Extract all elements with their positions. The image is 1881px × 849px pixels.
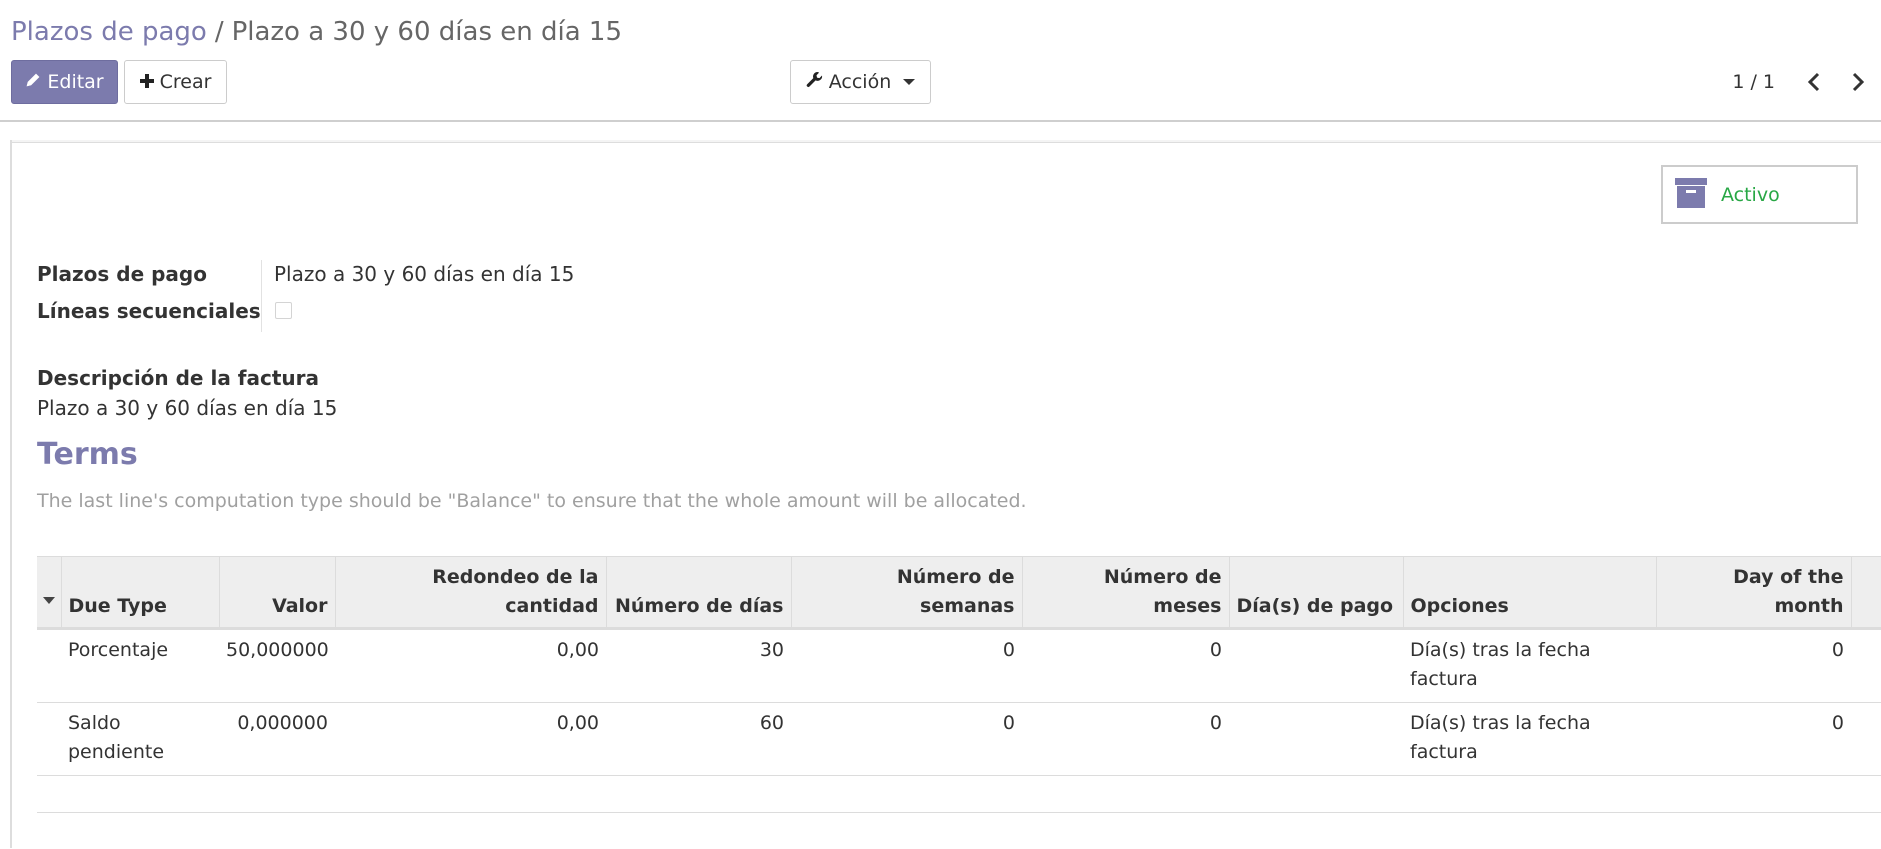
column-header-extra [1851,556,1881,630]
cell-extra [1851,702,1881,776]
table-footer-divider [37,812,1881,813]
caret-down-icon [903,79,916,85]
row-handle [37,628,61,703]
cell-days: 60 [606,702,791,776]
chevron-left-icon[interactable] [1803,71,1825,93]
column-header-due-type[interactable]: Due Type [61,556,220,630]
payment-term-label: Plazos de pago [37,262,207,286]
pager: 1 / 1 [1732,60,1869,104]
cell-payment-days [1229,702,1403,776]
cell-options: Día(s) tras la fecha factura [1403,628,1656,703]
column-handle[interactable] [37,556,62,630]
terms-section-title: Terms [37,437,138,472]
cell-weeks: 0 [791,702,1022,776]
sequential-lines-checkbox[interactable] [275,302,292,319]
breadcrumb: Plazos de pago / Plazo a 30 y 60 días en d… [11,14,622,50]
column-header-payment-days[interactable]: Día(s) de pago [1229,556,1404,630]
cell-rounding: 0,00 [335,628,606,703]
table-row[interactable]: Saldo pendiente 0,000000 0,00 60 0 0 Día… [37,702,1881,776]
cell-rounding: 0,00 [335,702,606,776]
table-row[interactable]: Porcentaje 50,000000 0,00 30 0 0 Día(s) … [37,628,1881,703]
wrench-icon [806,71,823,93]
column-header-value[interactable]: Valor [219,556,336,630]
edit-button[interactable]: Editar [11,60,118,104]
pager-value[interactable]: 1 / 1 [1732,71,1775,93]
column-header-weeks[interactable]: Número de semanas [791,556,1023,630]
row-handle [37,702,61,776]
create-button[interactable]: Crear [124,60,227,104]
breadcrumb-separator: / [214,17,224,47]
column-header-months[interactable]: Número de meses [1022,556,1230,630]
breadcrumb-parent-link[interactable]: Plazos de pago [11,17,207,47]
action-button-label: Acción [828,71,892,93]
cell-due-type: Saldo pendiente [61,702,219,776]
column-header-options[interactable]: Opciones [1403,556,1657,630]
pencil-icon [25,71,41,93]
chevron-right-icon[interactable] [1847,71,1869,93]
cell-day-of-month: 0 [1656,628,1851,703]
control-panel: Plazos de pago / Plazo a 30 y 60 días en d… [0,0,1881,122]
active-toggle-button[interactable]: Activo [1661,165,1858,224]
terms-table: Due Type Valor Redondeo de la cantidad N… [37,556,1881,776]
cell-extra [1851,628,1881,703]
column-header-days[interactable]: Número de días [606,556,792,630]
cell-value: 50,000000 [219,628,335,703]
cell-months: 0 [1022,628,1229,703]
cell-payment-days [1229,628,1403,703]
create-button-label: Crear [159,71,212,93]
cell-day-of-month: 0 [1656,702,1851,776]
invoice-description-value: Plazo a 30 y 60 días en día 15 [37,396,338,420]
action-dropdown-button[interactable]: Acción [790,60,931,104]
active-label: Activo [1721,183,1780,206]
column-header-rounding[interactable]: Redondeo de la cantidad [335,556,607,630]
payment-term-value: Plazo a 30 y 60 días en día 15 [274,262,575,286]
field-divider [261,260,262,332]
cell-options: Día(s) tras la fecha factura [1403,702,1656,776]
table-header-row: Due Type Valor Redondeo de la cantidad N… [37,556,1881,630]
cell-weeks: 0 [791,628,1022,703]
cell-value: 0,000000 [219,702,335,776]
invoice-description-label: Descripción de la factura [37,366,319,390]
terms-help-text: The last line's computation type should … [37,490,1027,512]
cell-months: 0 [1022,702,1229,776]
cell-days: 30 [606,628,791,703]
archive-icon [1675,177,1707,212]
plus-icon [139,71,154,93]
column-header-day-of-month[interactable]: Day of the month [1656,556,1852,630]
cell-due-type: Porcentaje [61,628,219,703]
caret-down-icon [42,597,55,604]
edit-button-label: Editar [47,71,104,93]
breadcrumb-current: Plazo a 30 y 60 días en día 15 [231,17,622,47]
sequential-lines-label: Líneas secuenciales [37,299,261,323]
